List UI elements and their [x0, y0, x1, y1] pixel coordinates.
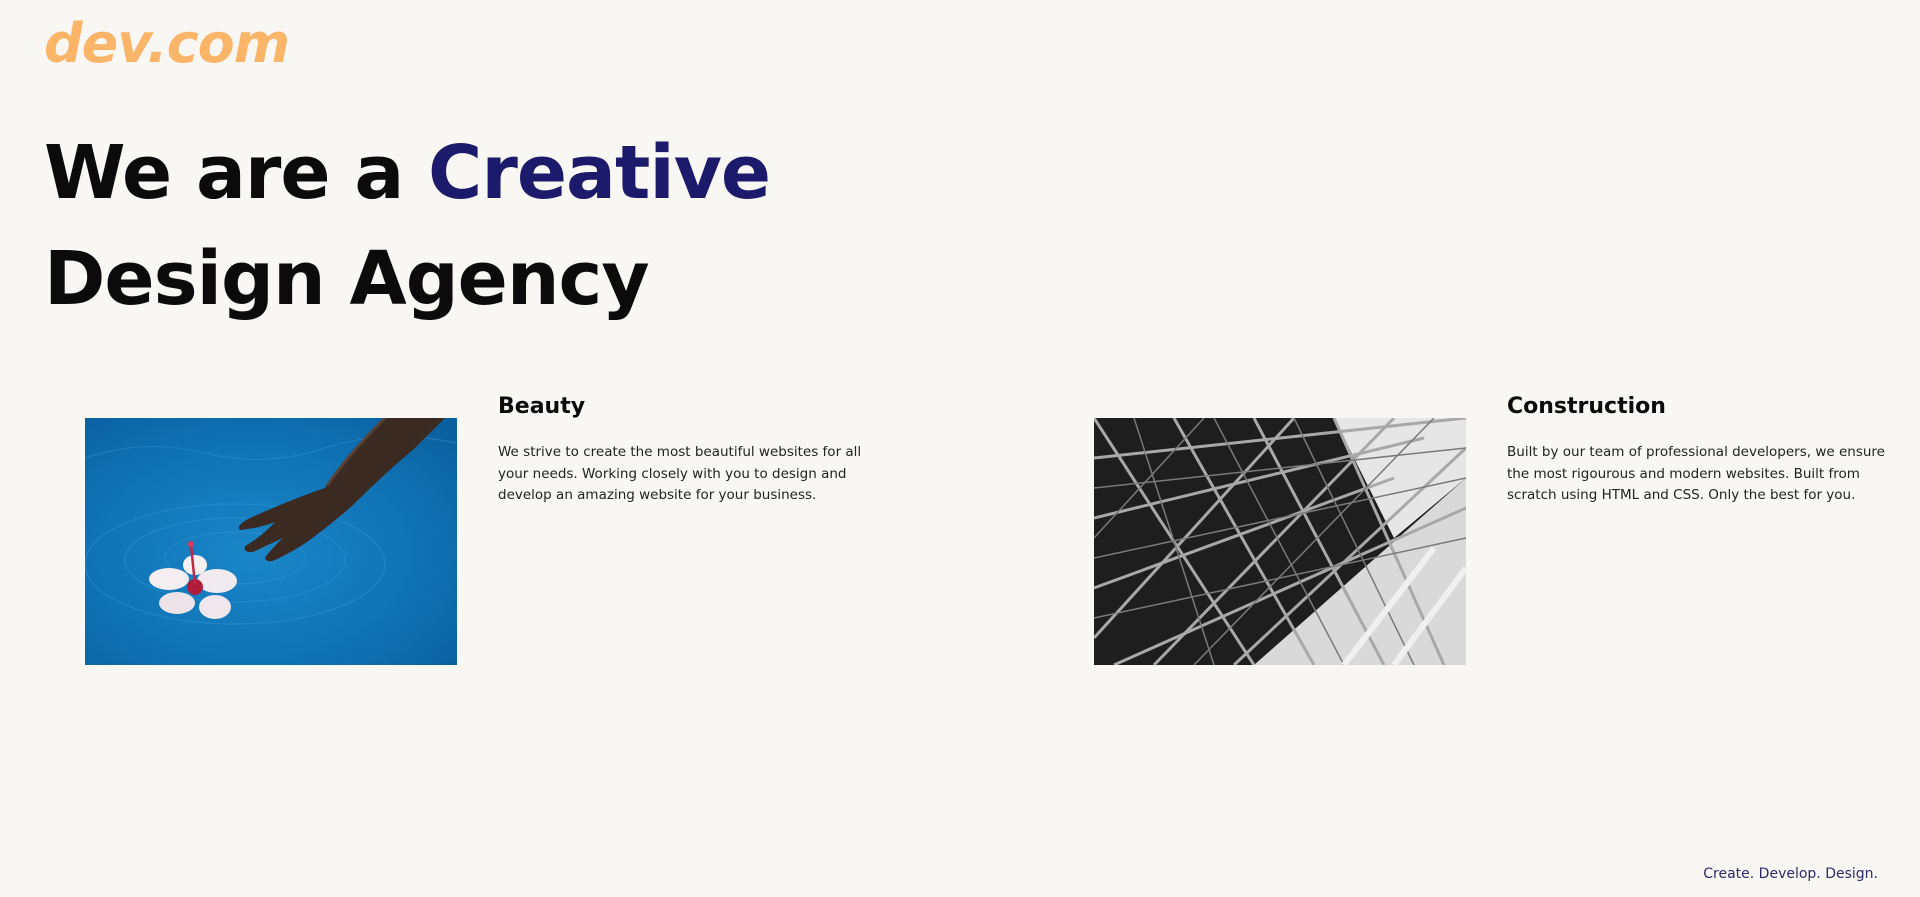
card-title-construction: Construction — [1507, 394, 1666, 419]
site-logo[interactable]: dev.com — [44, 12, 290, 76]
card-title-beauty: Beauty — [498, 394, 586, 419]
construction-image — [1094, 418, 1466, 665]
card-text-beauty: We strive to create the most beautiful w… — [498, 444, 862, 503]
beauty-image — [85, 418, 457, 665]
card-text-construction: Built by our team of professional develo… — [1507, 444, 1885, 503]
hero-accent-word: Creative — [428, 130, 771, 216]
hero-heading: We are a Creative Design Agency — [44, 120, 771, 332]
hero-line1-prefix: We are a — [44, 130, 429, 216]
hero-line2: Design Agency — [44, 236, 650, 322]
footer-tagline: Create. Develop. Design. — [1703, 866, 1878, 882]
